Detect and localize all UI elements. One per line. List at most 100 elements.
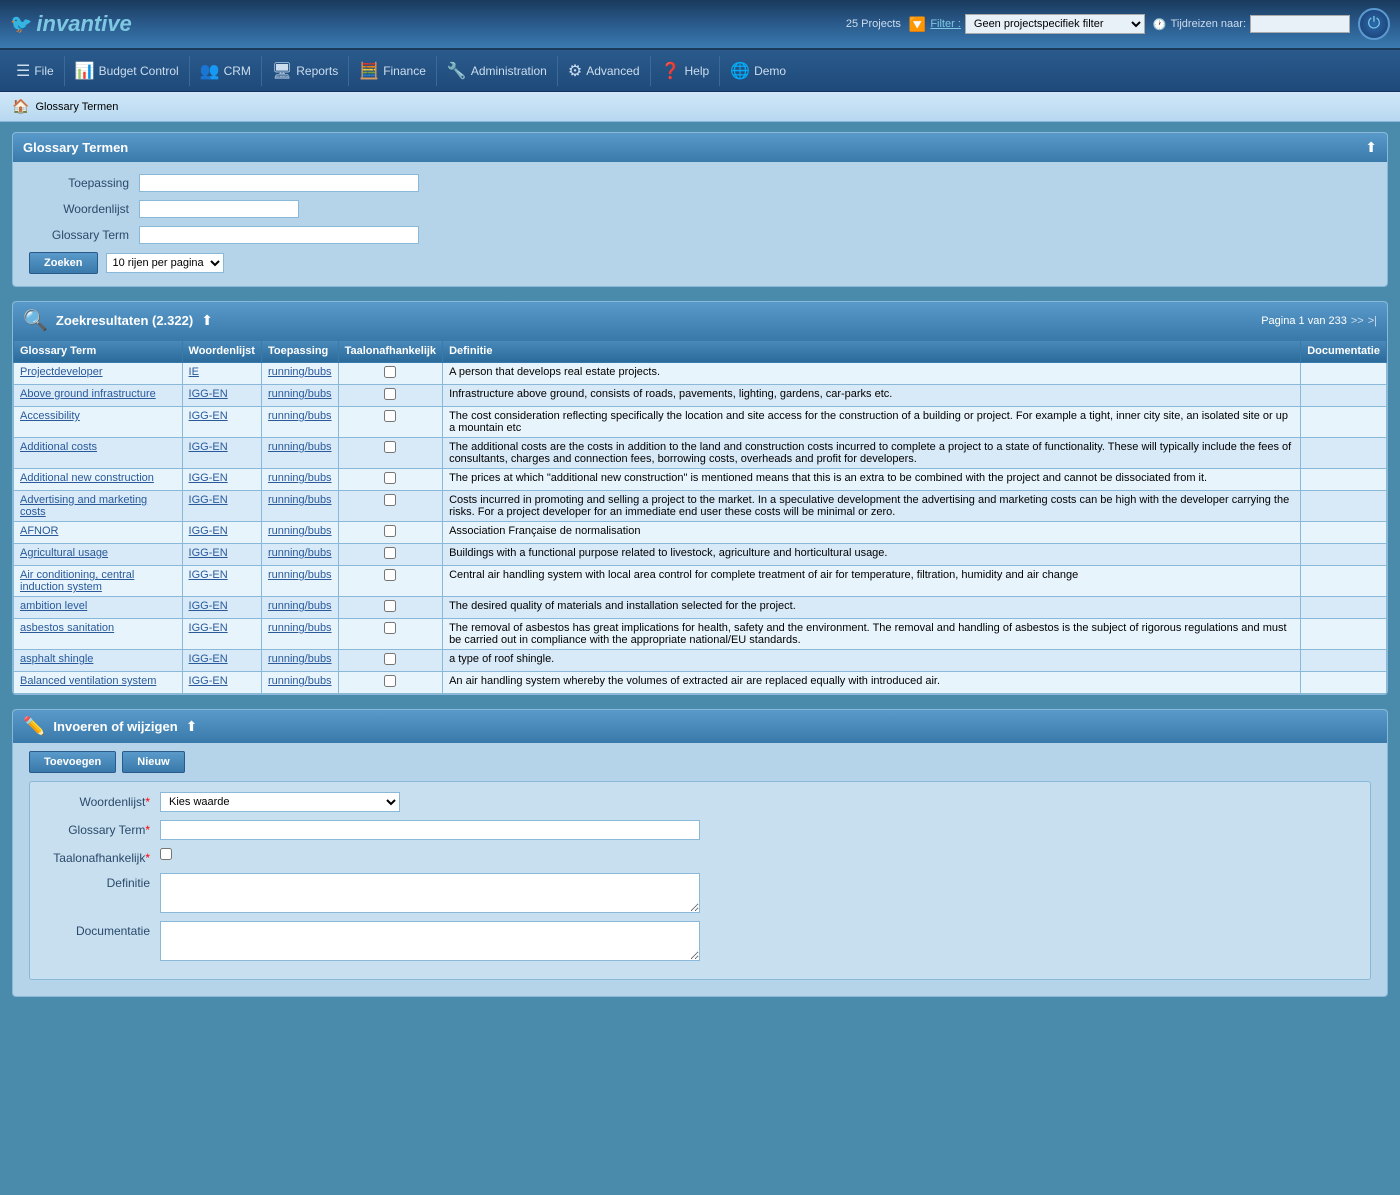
woordenlijst-link[interactable]: IGG-EN (189, 675, 228, 687)
table-row: Air conditioning, central induction syst… (14, 566, 1387, 597)
nav-item-advanced[interactable]: ⚙ Advanced (560, 57, 648, 85)
toepassing-link[interactable]: running/bubs (268, 675, 332, 687)
toepassing-input[interactable] (139, 174, 419, 192)
nav-item-administration[interactable]: 🔧 Administration (439, 57, 555, 85)
search-panel-collapse[interactable]: ⬆ (1365, 139, 1377, 156)
last-page-button[interactable]: >| (1368, 315, 1377, 327)
taalonafhankelijk-checkbox[interactable] (384, 600, 396, 612)
woordenlijst-input[interactable] (139, 200, 299, 218)
new-button[interactable]: Nieuw (122, 751, 184, 773)
taalonafhankelijk-checkbox[interactable] (384, 653, 396, 665)
tijdreizen-input[interactable] (1250, 15, 1350, 33)
toepassing-link[interactable]: running/bubs (268, 441, 332, 453)
woordenlijst-link[interactable]: IGG-EN (189, 441, 228, 453)
taalonafhankelijk-checkbox[interactable] (384, 569, 396, 581)
nav-divider-7 (650, 56, 651, 86)
col-taalonafhankelijk[interactable]: Taalonafhankelijk (338, 340, 443, 363)
woordenlijst-link[interactable]: IGG-EN (189, 622, 228, 634)
toepassing-link[interactable]: running/bubs (268, 622, 332, 634)
toepassing-link[interactable]: running/bubs (268, 366, 332, 378)
edit-panel-collapse[interactable]: ⬆ (186, 718, 198, 735)
taalonafhankelijk-checkbox[interactable] (384, 675, 396, 687)
nav-label-advanced: Advanced (586, 64, 639, 78)
taalonafhankelijk-checkbox[interactable] (384, 410, 396, 422)
taalonafhankelijk-checkbox[interactable] (384, 472, 396, 484)
woordenlijst-link[interactable]: IGG-EN (189, 410, 228, 422)
col-definitie[interactable]: Definitie (443, 340, 1301, 363)
taalonafhankelijk-checkbox[interactable] (384, 547, 396, 559)
taalonafhankelijk-checkbox[interactable] (384, 494, 396, 506)
glossary-term-input[interactable] (139, 226, 419, 244)
woordenlijst-link[interactable]: IGG-EN (189, 569, 228, 581)
next-page-button[interactable]: >> (1351, 315, 1364, 327)
toepassing-link[interactable]: running/bubs (268, 653, 332, 665)
nav-item-finance[interactable]: 🧮 Finance (351, 57, 434, 85)
term-link[interactable]: Advertising and marketing costs (20, 494, 147, 518)
toepassing-link[interactable]: running/bubs (268, 569, 332, 581)
term-link[interactable]: Air conditioning, central induction syst… (20, 569, 134, 593)
cell-woordenlijst: IGG-EN (182, 522, 261, 544)
col-glossary-term[interactable]: Glossary Term (14, 340, 183, 363)
woordenlijst-label: Woordenlijst (29, 202, 139, 216)
edit-woordenlijst-select[interactable]: Kies waarde (160, 792, 400, 812)
rows-per-page-select[interactable]: 10 rijen per pagina (106, 253, 224, 273)
toepassing-link[interactable]: running/bubs (268, 600, 332, 612)
taalonafhankelijk-checkbox[interactable] (384, 388, 396, 400)
toepassing-link[interactable]: running/bubs (268, 472, 332, 484)
cell-documentatie (1301, 597, 1387, 619)
taalonafhankelijk-checkbox[interactable] (384, 366, 396, 378)
col-woordenlijst[interactable]: Woordenlijst (182, 340, 261, 363)
filter-select[interactable]: Geen projectspecifiek filter (965, 14, 1145, 34)
toepassing-link[interactable]: running/bubs (268, 410, 332, 422)
cell-taalonafhankelijk (338, 544, 443, 566)
nav-item-file[interactable]: ☰ File (8, 57, 62, 85)
col-documentatie[interactable]: Documentatie (1301, 340, 1387, 363)
term-link[interactable]: Balanced ventilation system (20, 675, 156, 687)
woordenlijst-link[interactable]: IGG-EN (189, 547, 228, 559)
results-collapse[interactable]: ⬆ (201, 312, 213, 329)
nav-item-help[interactable]: ❓ Help (653, 57, 718, 85)
woordenlijst-link[interactable]: IGG-EN (189, 525, 228, 537)
woordenlijst-link[interactable]: IE (189, 366, 199, 378)
woordenlijst-link[interactable]: IGG-EN (189, 653, 228, 665)
col-toepassing[interactable]: Toepassing (261, 340, 338, 363)
edit-glossary-term-label: Glossary Term* (40, 820, 160, 837)
term-link[interactable]: Projectdeveloper (20, 366, 103, 378)
edit-documentatie-textarea[interactable] (160, 921, 700, 961)
taalonafhankelijk-checkbox[interactable] (384, 441, 396, 453)
nav-item-reports[interactable]: 🖥 Reports (264, 57, 346, 85)
edit-taalonafhankelijk-checkbox[interactable] (160, 848, 172, 860)
taalonafhankelijk-checkbox[interactable] (384, 525, 396, 537)
toepassing-link[interactable]: running/bubs (268, 525, 332, 537)
term-link[interactable]: AFNOR (20, 525, 59, 537)
edit-glossary-term-input[interactable] (160, 820, 700, 840)
term-link[interactable]: Agricultural usage (20, 547, 108, 559)
term-link[interactable]: asphalt shingle (20, 653, 93, 665)
term-link[interactable]: asbestos sanitation (20, 622, 114, 634)
term-link[interactable]: Additional new construction (20, 472, 154, 484)
toepassing-link[interactable]: running/bubs (268, 547, 332, 559)
table-row: Additional new construction IGG-EN runni… (14, 469, 1387, 491)
woordenlijst-link[interactable]: IGG-EN (189, 388, 228, 400)
filter-label[interactable]: Filter : (930, 18, 961, 30)
edit-definitie-textarea[interactable] (160, 873, 700, 913)
toepassing-link[interactable]: running/bubs (268, 494, 332, 506)
power-button[interactable]: ⏻ (1358, 8, 1390, 40)
woordenlijst-link[interactable]: IGG-EN (189, 494, 228, 506)
pagination-text: Pagina 1 van 233 (1261, 315, 1347, 327)
term-link[interactable]: ambition level (20, 600, 87, 612)
taalonafhankelijk-checkbox[interactable] (384, 622, 396, 634)
nav-item-demo[interactable]: 🌐 Demo (722, 57, 794, 85)
search-button[interactable]: Zoeken (29, 252, 98, 274)
add-button[interactable]: Toevoegen (29, 751, 116, 773)
term-link[interactable]: Accessibility (20, 410, 80, 422)
nav-item-crm[interactable]: 👥 CRM (192, 57, 259, 85)
home-icon[interactable]: 🏠 (12, 98, 29, 115)
woordenlijst-link[interactable]: IGG-EN (189, 600, 228, 612)
nav-item-budget-control[interactable]: 📊 Budget Control (67, 57, 187, 85)
toepassing-link[interactable]: running/bubs (268, 388, 332, 400)
term-link[interactable]: Above ground infrastructure (20, 388, 156, 400)
term-link[interactable]: Additional costs (20, 441, 97, 453)
woordenlijst-link[interactable]: IGG-EN (189, 472, 228, 484)
cell-definitie: Infrastructure above ground, consists of… (443, 385, 1301, 407)
